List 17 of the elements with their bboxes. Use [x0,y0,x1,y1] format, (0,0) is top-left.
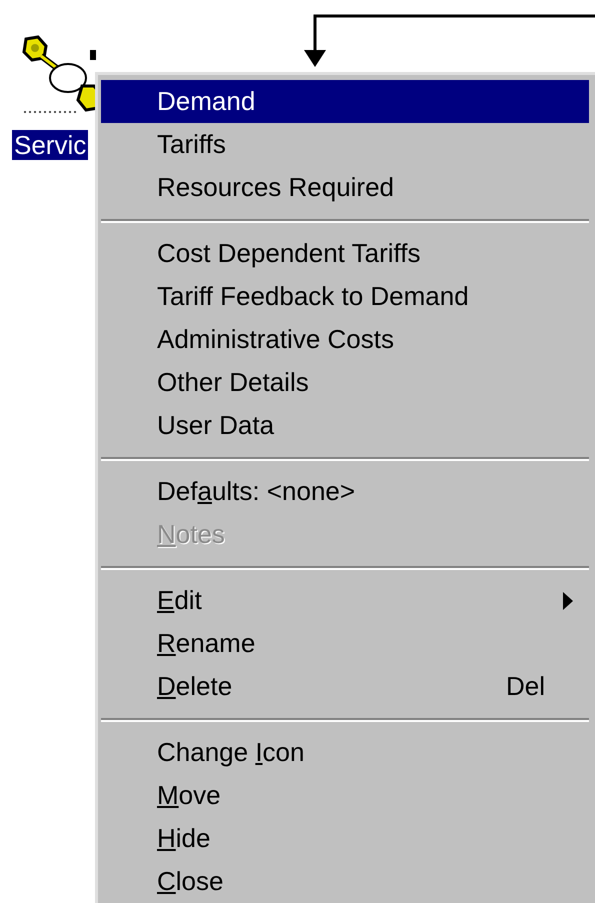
menu-item[interactable]: Change Icon [101,731,589,774]
menu-item[interactable]: Close [101,860,589,903]
menu-item[interactable]: Resources Required [101,166,589,209]
menu-item[interactable]: Defaults: <none> [101,470,589,513]
menu-item[interactable]: Tariffs [101,123,589,166]
menu-item[interactable]: Administrative Costs [101,318,589,361]
menu-item[interactable]: Other Details [101,361,589,404]
menu-item[interactable]: Hide [101,817,589,860]
icon-label[interactable]: Servic [12,130,88,160]
menu-item[interactable]: Cost Dependent Tariffs [101,232,589,275]
menu-item[interactable]: Delete Del [101,665,589,708]
menu-item[interactable]: Edit [101,579,589,622]
menu-item[interactable]: Move [101,774,589,817]
menu-item[interactable]: User Data [101,404,589,447]
menu-item[interactable]: Tariff Feedback to Demand [101,275,589,318]
menu-item[interactable]: Demand [101,80,589,123]
menu-item[interactable]: Rename [101,622,589,665]
